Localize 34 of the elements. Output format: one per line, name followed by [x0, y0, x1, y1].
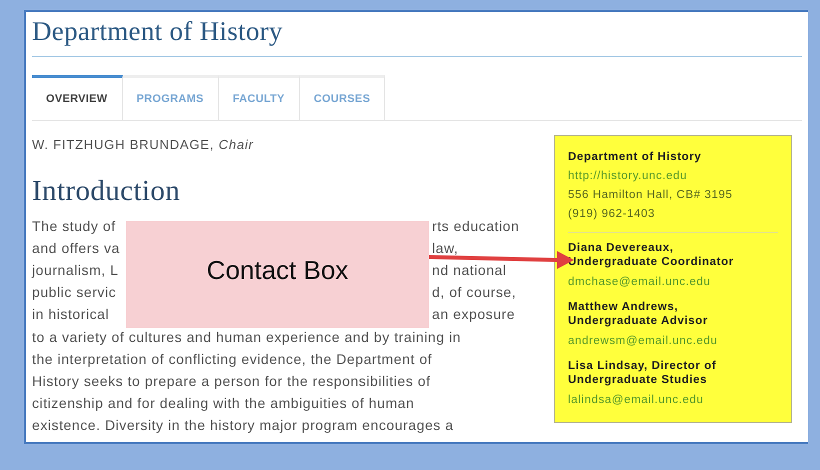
website-link[interactable]: http://history.unc.edu: [568, 167, 778, 186]
paragraph-line: History seeks to prepare a person for the responsibilities of: [32, 372, 431, 391]
paragraph-fragment: journalism, L: [32, 262, 119, 278]
paragraph-fragment: an exposure: [432, 305, 516, 324]
chair-role: Chair: [218, 137, 254, 152]
paragraph-line: the interpretation of conflicting evidence, the Department of: [32, 350, 432, 369]
callout-label: Contact Box: [206, 254, 348, 287]
paragraph-fragment: nd national: [432, 260, 507, 280]
tab[interactable]: OVERVIEW: [32, 75, 122, 120]
paragraph-fragment: and offers va: [32, 240, 120, 256]
paragraph-fragment: d, of course,: [432, 283, 516, 302]
tab[interactable]: PROGRAMS: [122, 75, 219, 120]
phone-text: (919) 962-1403: [568, 207, 656, 222]
paragraph-line: citizenship and for dealing with the ambiguities of human: [32, 394, 414, 414]
contact-title: Matthew Andrews, Undergraduate Advisor: [568, 300, 709, 328]
paragraph-fragment: in historical: [32, 306, 110, 322]
paragraph-fragment: law,: [432, 238, 458, 258]
address-text: 556 Hamilton Hall, CB# 3195: [568, 188, 734, 203]
contact-title: Diana Devereaux, Undergraduate Coordinator: [568, 241, 735, 269]
tab[interactable]: FACULTY: [218, 75, 300, 120]
contact-heading: Department of History: [568, 150, 702, 165]
paragraph-fragment: The study of: [32, 218, 116, 234]
page-title: Department of History: [32, 15, 283, 48]
paragraph-line: existence. Diversity in the history major program encourages a: [32, 416, 454, 436]
contact-title: Lisa Lindsay, Director of Undergraduate Studies: [568, 359, 718, 387]
tab[interactable]: COURSES: [300, 75, 386, 120]
chair-name: W. FITZHUGH BRUNDAGE,: [32, 137, 214, 152]
paragraph-fragment: rts education: [432, 216, 520, 236]
email-link[interactable]: andrewsm@email.unc.edu: [568, 333, 778, 349]
section-heading: Introduction: [32, 174, 180, 208]
email-link[interactable]: dmchase@email.unc.edu: [568, 274, 778, 290]
paragraph-fragment: public servic: [32, 284, 116, 300]
paragraph-line: to a variety of cultures and human experience and by training in: [32, 328, 461, 347]
email-link[interactable]: lalindsa@email.unc.edu: [568, 392, 778, 408]
